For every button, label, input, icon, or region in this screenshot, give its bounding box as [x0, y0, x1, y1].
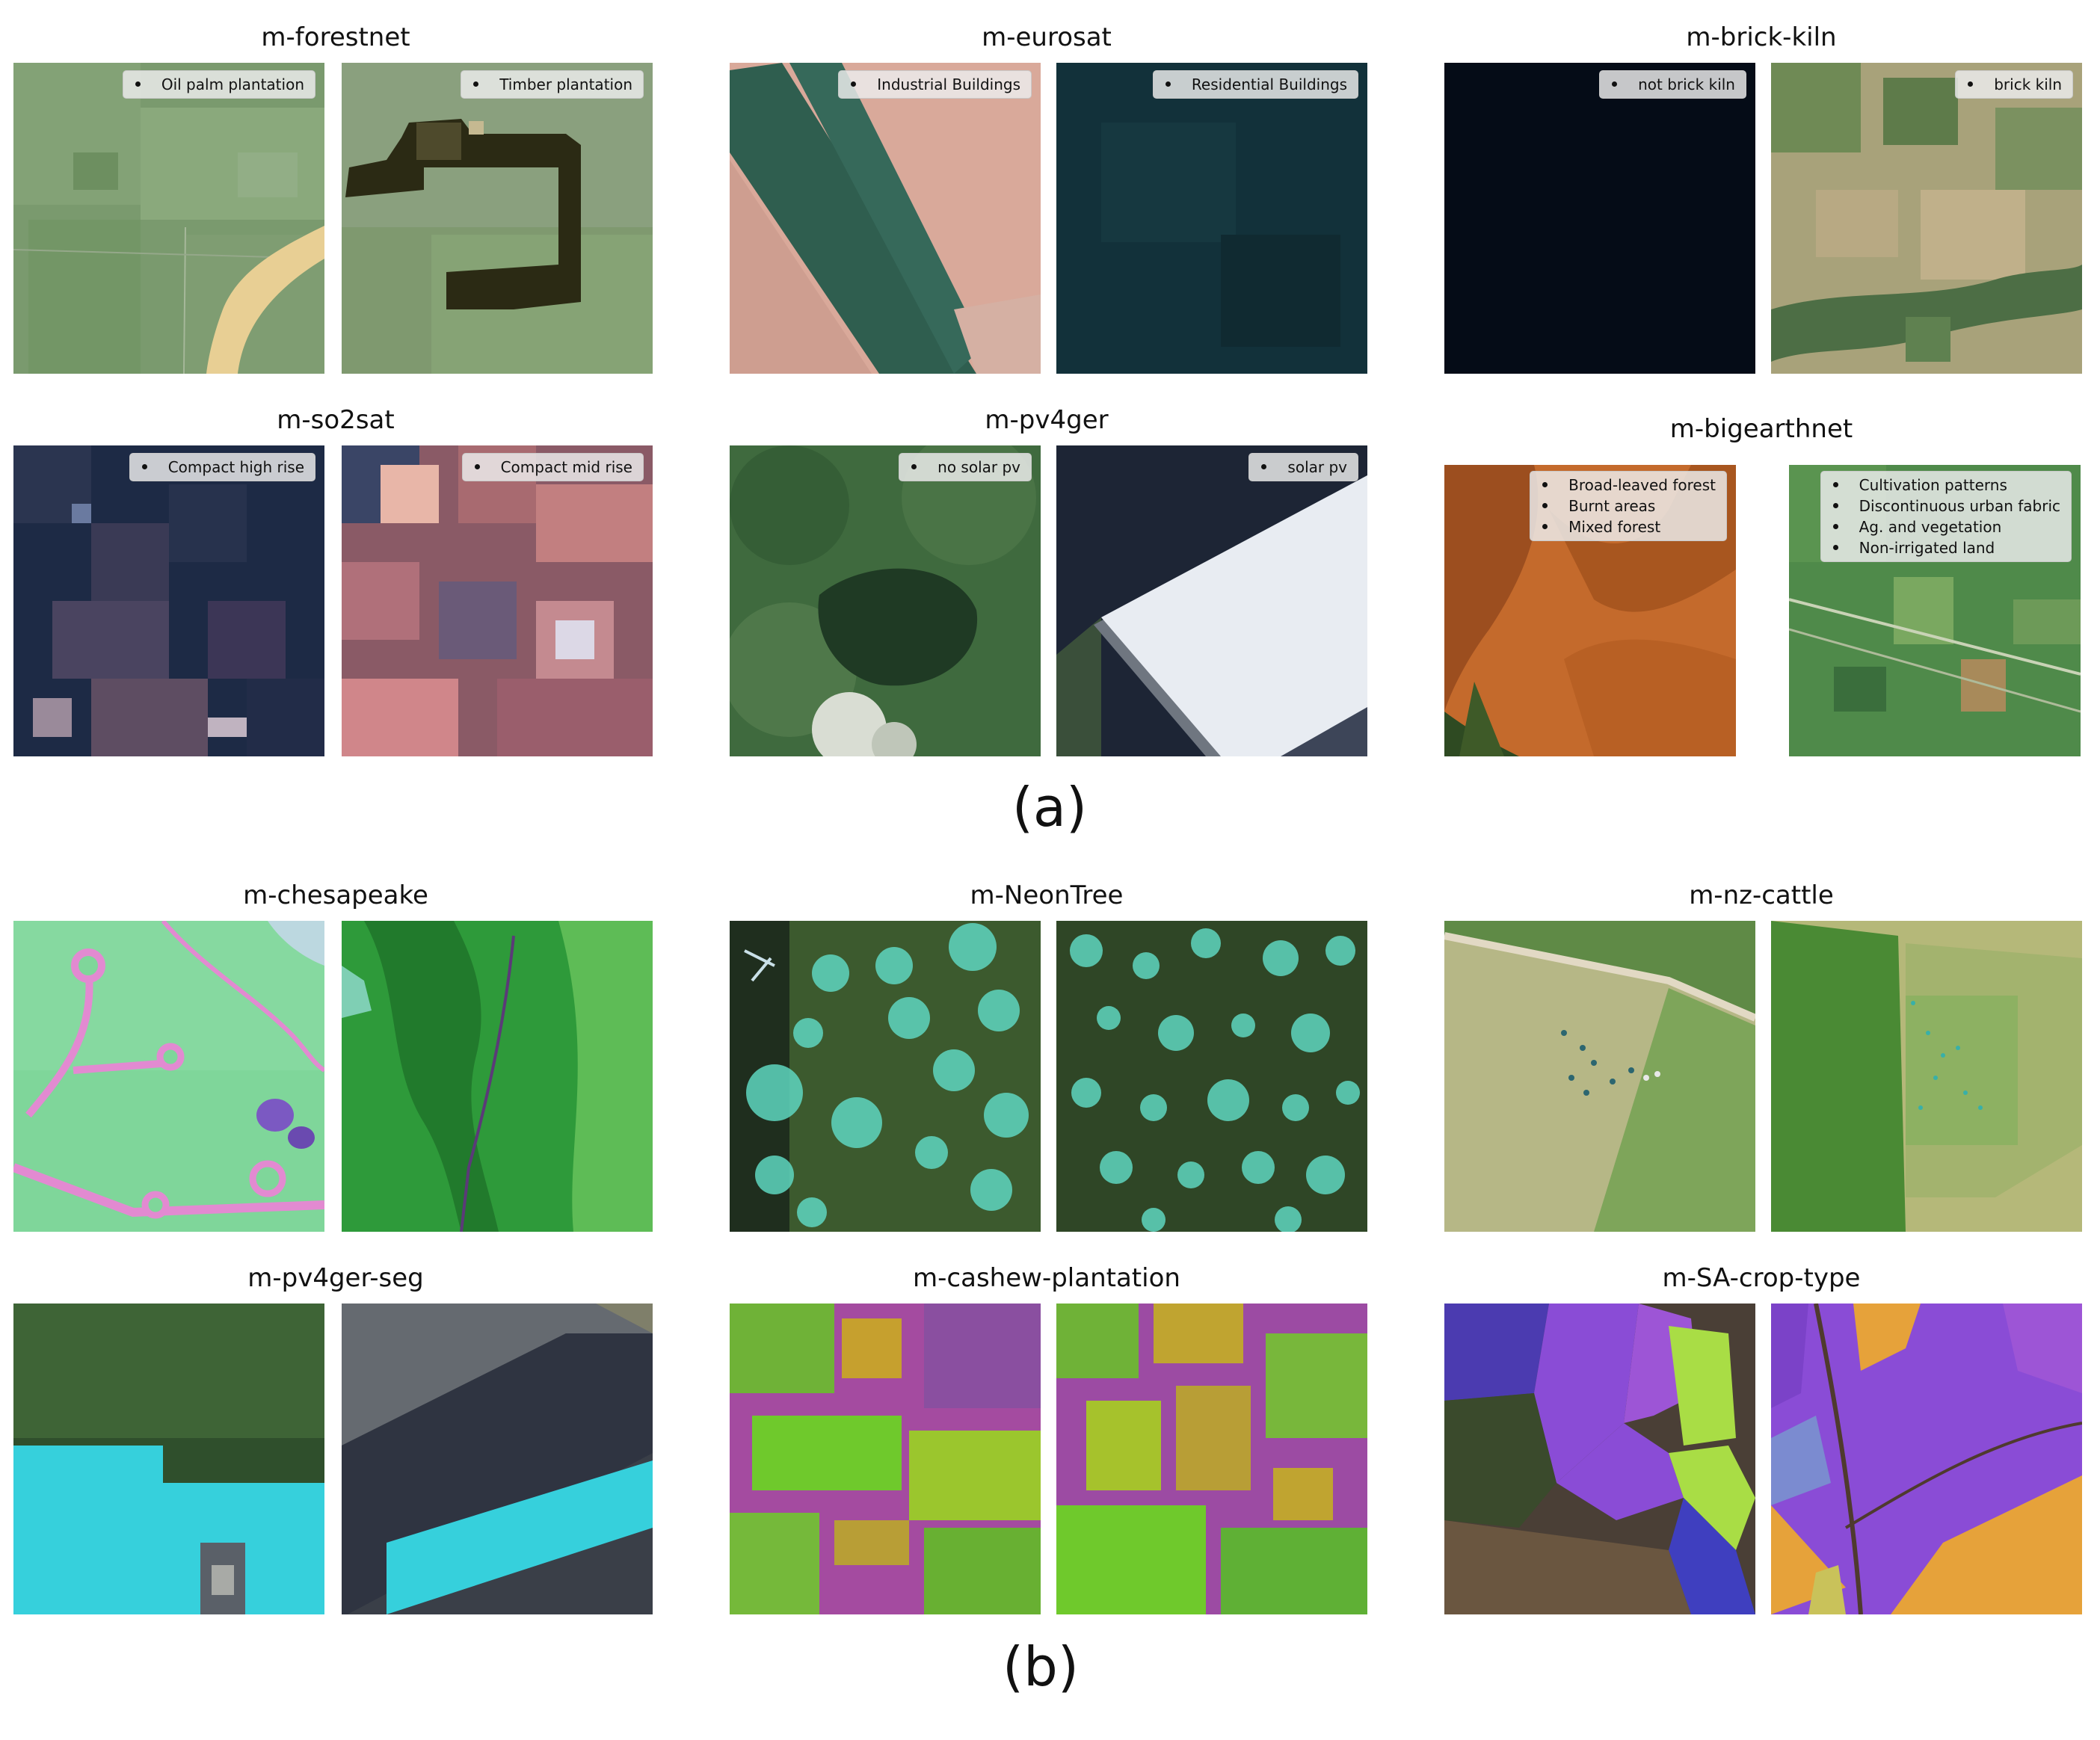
dataset-title-forestnet: m-forestnet — [261, 22, 410, 52]
dataset-title-pv4ger: m-pv4ger — [985, 405, 1109, 435]
image-tile-brick-kiln-negative: not brick kiln — [1444, 63, 1755, 374]
image-tile-sa-crop-1 — [1444, 1304, 1755, 1614]
dataset-title-brick-kiln: m-brick-kiln — [1686, 22, 1837, 52]
legend-item: brick kiln — [1968, 74, 2062, 95]
legend-item: not brick kiln — [1612, 74, 1735, 95]
dataset-title-nz-cattle: m-nz-cattle — [1689, 880, 1834, 910]
class-legend: not brick kiln — [1599, 70, 1746, 99]
panel-label-b: (b) — [1003, 1635, 1079, 1698]
class-legend: Compact high rise — [129, 453, 315, 481]
image-tile-nz-cattle-1 — [1444, 921, 1755, 1232]
image-tile-chesapeake-2 — [342, 921, 653, 1232]
image-tile-pv4ger-seg-1 — [13, 1304, 324, 1614]
image-tile-so2sat-mid-rise: Compact mid rise — [342, 445, 653, 756]
image-tile-pv4ger-solar: solar pv — [1056, 445, 1367, 756]
image-tile-pv4ger-no-solar: no solar pv — [730, 445, 1041, 756]
dataset-title-cashew-plantation: m-cashew-plantation — [913, 1263, 1180, 1293]
image-tile-forestnet-oil-palm: Oil palm plantation — [13, 63, 324, 374]
image-tile-bigearthnet-forest: Broad-leaved forest Burnt areas Mixed fo… — [1444, 465, 1736, 756]
image-tile-forestnet-timber: Timber plantation — [342, 63, 653, 374]
legend-item: Oil palm plantation — [135, 74, 304, 95]
class-legend: brick kiln — [1955, 70, 2073, 99]
class-legend: Compact mid rise — [461, 453, 644, 481]
class-legend: Broad-leaved forest Burnt areas Mixed fo… — [1530, 471, 1727, 541]
dataset-title-sa-crop-type: m-SA-crop-type — [1662, 1263, 1861, 1293]
class-legend: solar pv — [1248, 453, 1358, 481]
image-tile-so2sat-high-rise: Compact high rise — [13, 445, 324, 756]
legend-item: Compact mid rise — [475, 457, 632, 478]
dataset-title-neontree: m-NeonTree — [970, 880, 1124, 910]
panel-label-a: (a) — [1011, 776, 1088, 839]
legend-item: Non-irrigated land — [1833, 537, 2060, 558]
legend-item: Ag. and vegetation — [1833, 516, 2060, 537]
dataset-title-eurosat: m-eurosat — [982, 22, 1112, 52]
class-legend: Industrial Buildings — [838, 70, 1032, 99]
legend-item: Broad-leaved forest — [1542, 475, 1716, 496]
image-tile-cashew-2 — [1056, 1304, 1367, 1614]
image-tile-brick-kiln-positive: brick kiln — [1771, 63, 2082, 374]
image-tile-neontree-1 — [730, 921, 1041, 1232]
legend-item: Residential Buildings — [1166, 74, 1347, 95]
class-legend: Residential Buildings — [1152, 70, 1358, 99]
legend-item: Discontinuous urban fabric — [1833, 496, 2060, 516]
legend-item: Industrial Buildings — [851, 74, 1020, 95]
image-tile-sa-crop-2 — [1771, 1304, 2082, 1614]
dataset-title-bigearthnet: m-bigearthnet — [1669, 414, 1853, 444]
image-tile-neontree-2 — [1056, 921, 1367, 1232]
image-tile-pv4ger-seg-2 — [342, 1304, 653, 1614]
image-tile-bigearthnet-agriculture: Cultivation patterns Discontinuous urban… — [1789, 465, 2081, 756]
dataset-title-so2sat: m-so2sat — [277, 405, 395, 435]
dataset-title-chesapeake: m-chesapeake — [243, 880, 428, 910]
legend-item: solar pv — [1261, 457, 1347, 478]
image-tile-cashew-1 — [730, 1304, 1041, 1614]
legend-item: no solar pv — [911, 457, 1020, 478]
image-tile-nz-cattle-2 — [1771, 921, 2082, 1232]
image-tile-eurosat-industrial: Industrial Buildings — [730, 63, 1041, 374]
class-legend: no solar pv — [899, 453, 1032, 481]
image-tile-eurosat-residential: Residential Buildings — [1056, 63, 1367, 374]
class-legend: Timber plantation — [461, 70, 644, 99]
class-legend: Cultivation patterns Discontinuous urban… — [1820, 471, 2072, 562]
dataset-title-pv4ger-seg: m-pv4ger-seg — [247, 1263, 424, 1293]
legend-item: Compact high rise — [142, 457, 304, 478]
legend-item: Cultivation patterns — [1833, 475, 2060, 496]
legend-item: Mixed forest — [1542, 516, 1716, 537]
legend-item: Burnt areas — [1542, 496, 1716, 516]
class-legend: Oil palm plantation — [122, 70, 315, 99]
image-tile-chesapeake-1 — [13, 921, 324, 1232]
legend-item: Timber plantation — [473, 74, 632, 95]
